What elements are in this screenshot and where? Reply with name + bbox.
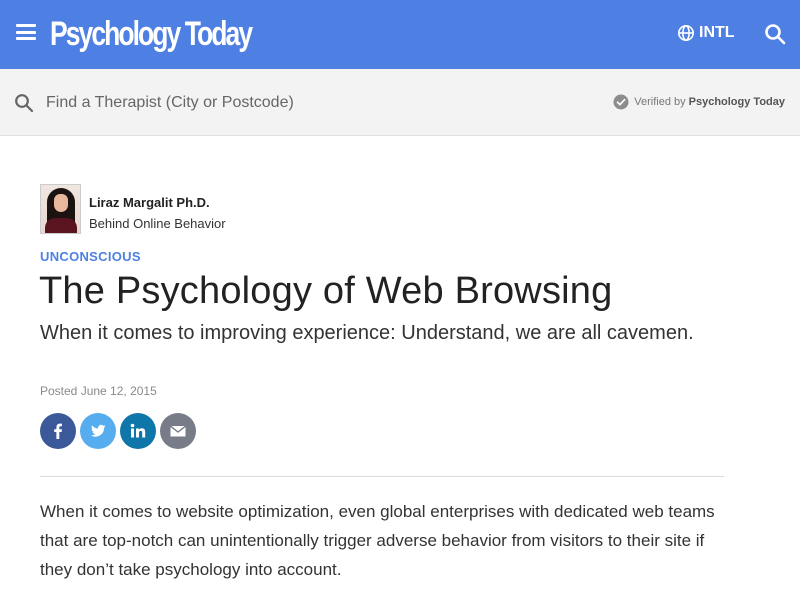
twitter-icon	[91, 424, 106, 437]
facebook-icon	[54, 423, 62, 439]
intl-button[interactable]: INTL	[677, 22, 735, 44]
linkedin-icon	[130, 423, 146, 438]
intl-label: INTL	[699, 24, 735, 41]
author-name[interactable]: Liraz Margalit Ph.D.	[89, 195, 210, 210]
author-avatar[interactable]	[40, 184, 81, 234]
facebook-share-button[interactable]	[40, 413, 76, 449]
email-share-button[interactable]	[160, 413, 196, 449]
linkedin-share-button[interactable]	[120, 413, 156, 449]
posted-date: Posted June 12, 2015	[40, 384, 157, 398]
verified-brand: Psychology Today	[688, 96, 785, 108]
twitter-share-button[interactable]	[80, 413, 116, 449]
email-icon	[170, 425, 186, 437]
verified-prefix: Verified by	[634, 96, 686, 108]
blog-name[interactable]: Behind Online Behavior	[89, 216, 226, 231]
article-body-paragraph: When it comes to website optimization, e…	[40, 502, 715, 579]
check-circle-icon	[613, 94, 629, 110]
divider	[40, 476, 724, 477]
verified-badge: Verified by Psychology Today	[613, 94, 785, 110]
therapist-search-bar: Verified by Psychology Today	[0, 69, 800, 136]
search-icon[interactable]	[764, 23, 786, 45]
category-link[interactable]: UNCONSCIOUS	[40, 249, 141, 264]
top-header: Psychology Today INTL	[0, 0, 800, 69]
globe-icon	[677, 24, 695, 42]
article-subtitle: When it comes to improving experience: U…	[40, 322, 694, 344]
site-logo[interactable]: Psychology Today	[50, 12, 253, 56]
article-title: The Psychology of Web Browsing	[39, 270, 613, 312]
therapist-search-input[interactable]	[46, 89, 466, 117]
share-buttons	[40, 413, 200, 449]
search-icon	[15, 94, 34, 113]
menu-icon[interactable]	[16, 24, 36, 40]
